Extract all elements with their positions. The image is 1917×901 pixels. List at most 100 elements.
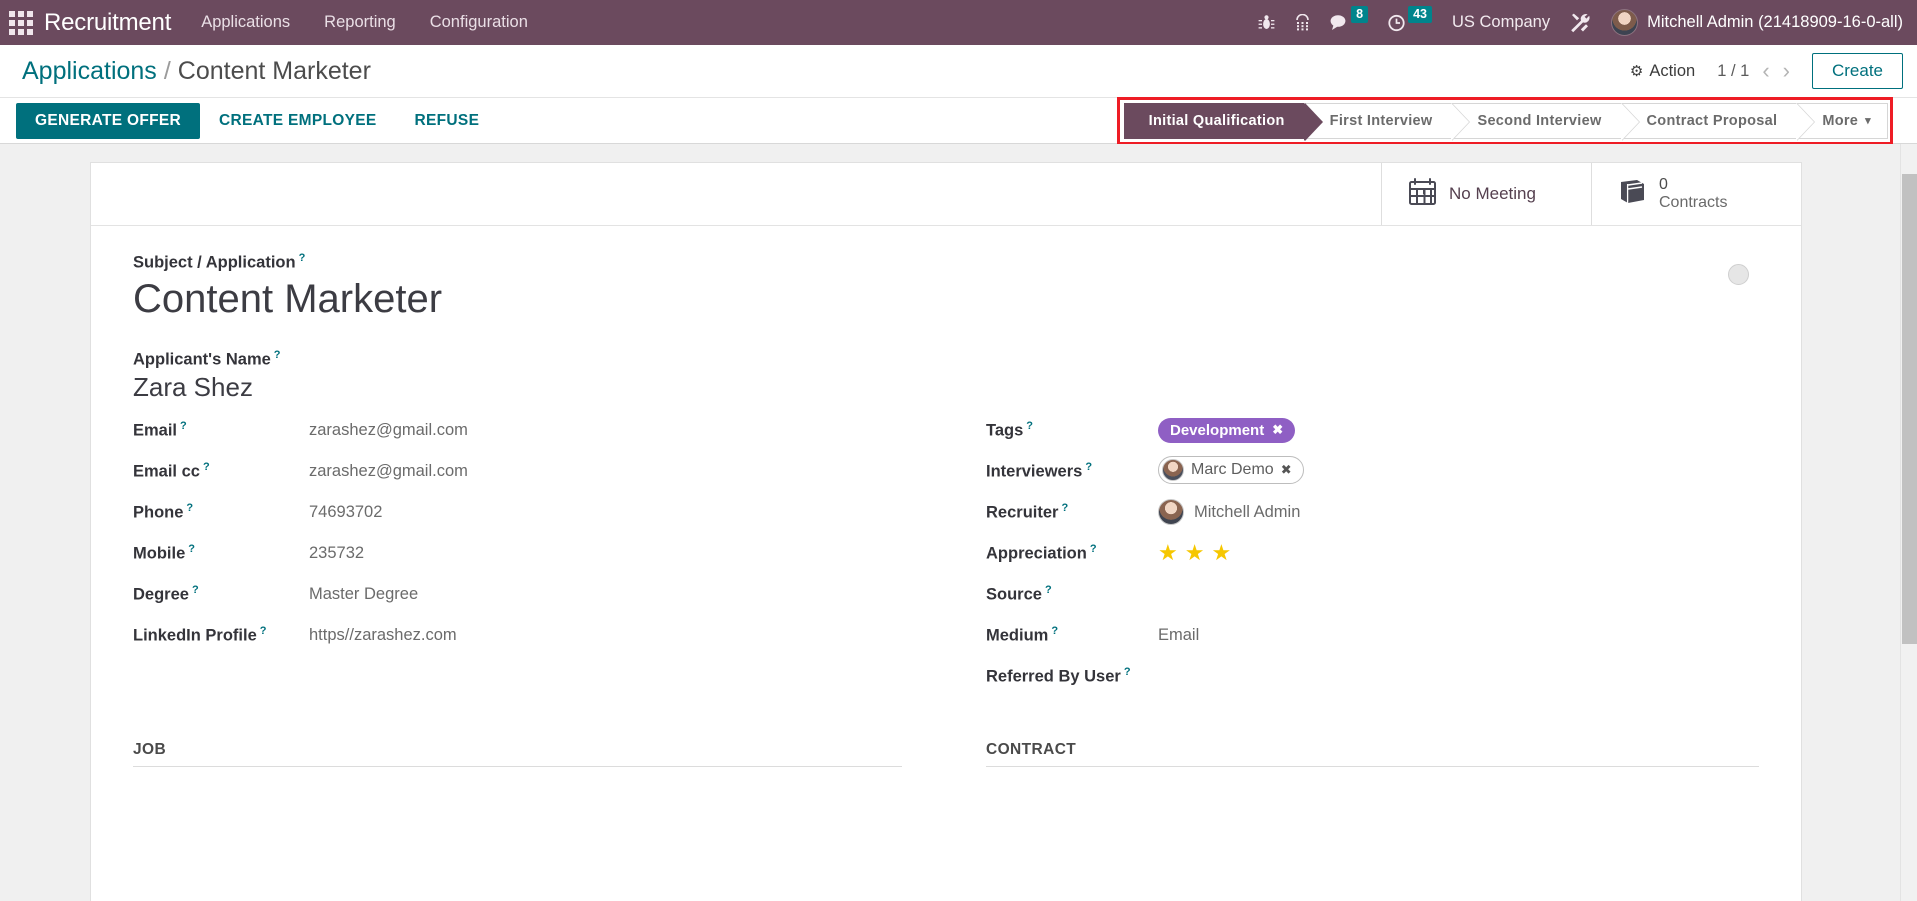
phone-label: Phone?	[133, 502, 309, 523]
help-icon[interactable]: ?	[1051, 625, 1058, 637]
pager-next-icon[interactable]: ›	[1783, 60, 1790, 82]
statusbar-wrapper: Initial Qualification First Interview Se…	[1116, 96, 1917, 145]
apps-grid-icon[interactable]	[8, 10, 34, 36]
tag-development[interactable]: Development ✖	[1158, 417, 1296, 443]
degree-label: Degree?	[133, 584, 309, 605]
email-label: Email?	[133, 420, 309, 441]
help-icon[interactable]: ?	[1045, 584, 1052, 596]
create-employee-button[interactable]: Create Employee	[200, 103, 396, 139]
help-icon[interactable]: ?	[1090, 543, 1097, 555]
field-row-medium: Medium? Email	[986, 615, 1759, 656]
star-icon-2[interactable]: ★	[1185, 542, 1205, 564]
control-panel-actions: ⚙ Action 1 / 1 ‹ › Create	[1630, 53, 1903, 89]
pager-previous-icon[interactable]: ‹	[1762, 60, 1769, 82]
referred-by-label-text: Referred By User	[986, 667, 1121, 686]
menu-item-applications[interactable]: Applications	[201, 13, 290, 32]
help-icon[interactable]: ?	[1085, 461, 1092, 473]
action-menu-button[interactable]: ⚙ Action	[1630, 62, 1695, 81]
section-job: JOB	[133, 741, 946, 767]
stage-second-interview[interactable]: Second Interview	[1451, 102, 1640, 141]
scrollbar-thumb[interactable]	[1902, 174, 1917, 644]
smart-button-meeting[interactable]: No Meeting	[1381, 163, 1591, 225]
vertical-scrollbar[interactable]	[1900, 144, 1917, 901]
phone-label-text: Phone	[133, 503, 184, 522]
field-row-email-cc: Email cc? zarashez@gmail.com	[133, 451, 946, 492]
appreciation-stars[interactable]: ★ ★ ★	[1158, 542, 1231, 564]
stage-contract-proposal[interactable]: Contract Proposal	[1620, 102, 1816, 141]
tags-value: Development ✖	[1158, 417, 1296, 443]
appreciation-label-text: Appreciation	[986, 544, 1087, 563]
user-menu[interactable]: Mitchell Admin (21418909-16-0-all)	[1611, 9, 1903, 36]
breadcrumb: Applications / Content Marketer	[22, 57, 371, 86]
linkedin-value[interactable]: https//zarashez.com	[309, 626, 457, 645]
applicant-name-value[interactable]: Zara Shez	[133, 371, 1759, 404]
refuse-button[interactable]: Refuse	[396, 103, 499, 139]
help-icon[interactable]: ?	[192, 584, 199, 596]
help-icon[interactable]: ?	[1026, 420, 1033, 432]
main-menu: Applications Reporting Configuration	[201, 13, 528, 32]
tags-label: Tags?	[986, 420, 1158, 441]
email-value[interactable]: zarashez@gmail.com	[309, 421, 468, 440]
star-icon-1[interactable]: ★	[1158, 542, 1178, 564]
help-icon[interactable]: ?	[260, 625, 267, 637]
interviewer-marc-demo[interactable]: Marc Demo ✖	[1158, 456, 1304, 484]
stage-first-interview[interactable]: First Interview	[1303, 102, 1471, 141]
menu-item-reporting[interactable]: Reporting	[324, 13, 396, 32]
email-label-text: Email	[133, 421, 178, 440]
recruiter-label: Recruiter?	[986, 502, 1158, 523]
company-switcher[interactable]: US Company	[1452, 13, 1550, 32]
help-icon[interactable]: ?	[1124, 666, 1131, 678]
field-row-phone: Phone? 74693702	[133, 492, 946, 533]
medium-value[interactable]: Email	[1158, 626, 1199, 645]
help-icon[interactable]: ?	[299, 252, 306, 264]
help-icon[interactable]: ?	[203, 461, 210, 473]
close-icon[interactable]: ✖	[1281, 462, 1292, 478]
stage-initial-qualification[interactable]: Initial Qualification	[1123, 102, 1323, 141]
star-icon-3[interactable]: ★	[1211, 542, 1231, 564]
help-icon[interactable]: ?	[188, 543, 195, 555]
help-icon[interactable]: ?	[274, 349, 281, 361]
breadcrumb-current: Content Marketer	[177, 56, 371, 85]
help-icon[interactable]: ?	[186, 502, 193, 514]
subject-application-value[interactable]: Content Marketer	[133, 275, 1759, 323]
recruiter-value[interactable]: Mitchell Admin	[1158, 499, 1300, 525]
email-cc-value[interactable]: zarashez@gmail.com	[309, 462, 468, 481]
dialpad-icon[interactable]	[1295, 13, 1310, 32]
degree-value[interactable]: Master Degree	[309, 585, 418, 604]
breadcrumb-applications[interactable]: Applications	[22, 57, 157, 86]
avatar	[1611, 9, 1639, 36]
tools-icon[interactable]	[1570, 13, 1591, 33]
kanban-state-indicator[interactable]	[1728, 264, 1749, 285]
control-panel-bottom: Generate Offer Create Employee Refuse In…	[0, 96, 1917, 145]
form-sections: JOB CONTRACT	[133, 741, 1759, 767]
chat-icon[interactable]: 8	[1330, 6, 1369, 31]
control-panel-top: Applications / Content Marketer ⚙ Action…	[0, 45, 1917, 98]
smart-button-contracts[interactable]: 0 Contracts	[1591, 163, 1801, 225]
book-icon	[1618, 179, 1647, 210]
form-sheet: No Meeting 0 Contracts Subject / Applica…	[90, 162, 1802, 901]
menu-item-configuration[interactable]: Configuration	[430, 13, 528, 32]
form-column-right: Tags? Development ✖ Interviewers? Marc D…	[946, 410, 1759, 697]
interviewers-label-text: Interviewers	[986, 462, 1083, 481]
subject-application-label: Subject / Application?	[133, 252, 1759, 273]
section-job-title: JOB	[133, 741, 902, 767]
help-icon[interactable]: ?	[180, 420, 187, 432]
chat-badge: 8	[1351, 6, 1369, 23]
recruiter-label-text: Recruiter	[986, 503, 1059, 522]
help-icon[interactable]: ?	[1061, 502, 1068, 514]
generate-offer-button[interactable]: Generate Offer	[16, 102, 201, 139]
mobile-value[interactable]: 235732	[309, 544, 364, 563]
avatar	[1158, 499, 1184, 525]
medium-label-text: Medium	[986, 626, 1049, 645]
create-button[interactable]: Create	[1811, 53, 1903, 89]
section-contract-title: CONTRACT	[986, 741, 1759, 767]
navbar-right-tools: 8 43 US Company Mitchell Admin (21418909…	[1258, 6, 1903, 36]
close-icon[interactable]: ✖	[1272, 422, 1283, 438]
phone-value[interactable]: 74693702	[309, 503, 382, 522]
mobile-label-text: Mobile	[133, 544, 186, 563]
app-brand-recruitment[interactable]: Recruitment	[44, 9, 171, 37]
clock-icon[interactable]: 43	[1388, 6, 1432, 32]
tag-development-label: Development	[1170, 421, 1265, 439]
smart-button-box: No Meeting 0 Contracts	[91, 163, 1801, 226]
bug-icon[interactable]	[1258, 14, 1275, 32]
